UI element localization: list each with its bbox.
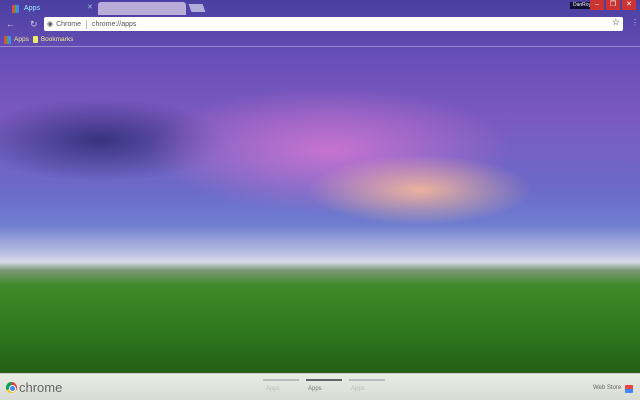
- page-label[interactable]: Apps: [351, 386, 365, 392]
- page-label-active[interactable]: Apps: [308, 386, 322, 392]
- bookmark-label: Apps: [14, 36, 29, 43]
- bookmarks-bar: Apps Bookmarks: [4, 34, 73, 45]
- url-text: chrome://apps: [92, 20, 137, 28]
- bookmark-label: Bookmarks: [40, 36, 74, 43]
- menu-icon[interactable]: ⋮: [631, 18, 639, 27]
- chrome-logo: chrome: [6, 380, 62, 395]
- folder-icon: [32, 36, 38, 43]
- apps-footer: chrome Apps Apps Apps Web Store: [0, 373, 640, 400]
- wallpaper-background: [0, 0, 640, 400]
- new-tab-button[interactable]: [188, 4, 206, 12]
- toolbar-divider: [0, 46, 640, 47]
- omnibox-divider: [86, 19, 88, 29]
- web-store-link[interactable]: Web Store: [593, 385, 621, 391]
- bookmark-bookmarks[interactable]: Bookmarks: [32, 36, 74, 43]
- close-button[interactable]: ✕: [622, 0, 636, 10]
- back-icon[interactable]: ←: [6, 19, 15, 29]
- tab-apps[interactable]: Apps: [4, 2, 92, 15]
- page-indicator-2[interactable]: [306, 379, 342, 381]
- tab-strip: Apps ✕: [0, 0, 640, 15]
- restore-button[interactable]: ❐: [606, 0, 620, 10]
- site-label: Chrome: [56, 20, 82, 28]
- chrome-icon: [6, 382, 17, 393]
- bookmark-apps[interactable]: Apps: [4, 35, 29, 44]
- apps-icon: [4, 35, 11, 44]
- page-label[interactable]: Apps: [266, 386, 280, 392]
- page-indicator-1[interactable]: [263, 379, 299, 381]
- window-controls: – ❐ ✕: [590, 0, 636, 10]
- logo-text: chrome: [19, 380, 63, 395]
- tab-inactive[interactable]: [98, 2, 186, 15]
- toolbar: ← ↻ ◉ Chrome chrome://apps ☆: [0, 16, 640, 32]
- apps-icon: [12, 4, 19, 13]
- chrome-page-icon: ◉: [47, 21, 54, 28]
- address-bar[interactable]: ◉ Chrome chrome://apps ☆: [44, 17, 623, 31]
- page-indicator-3[interactable]: [349, 379, 385, 381]
- web-store-icon[interactable]: [625, 385, 633, 393]
- bookmark-star-icon[interactable]: ☆: [612, 17, 620, 28]
- minimize-button[interactable]: –: [590, 0, 604, 10]
- reload-icon[interactable]: ↻: [30, 19, 38, 30]
- tab-label: Apps: [24, 5, 40, 12]
- tab-close-icon[interactable]: ✕: [87, 3, 93, 11]
